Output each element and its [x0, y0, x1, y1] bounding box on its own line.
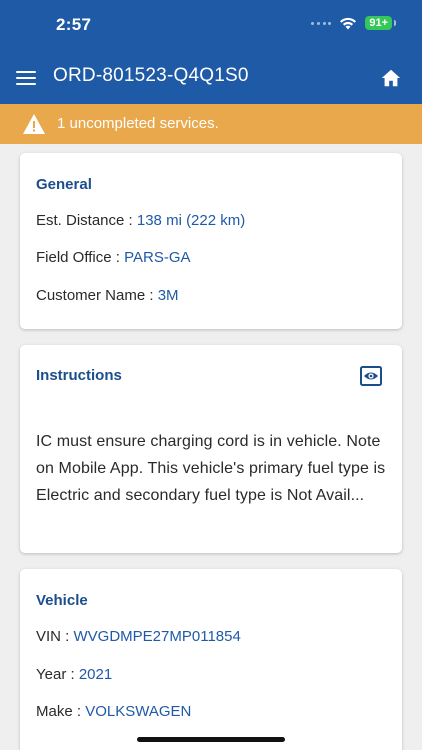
general-title: General — [36, 176, 92, 193]
warning-icon — [23, 114, 45, 134]
instructions-card: Instructions IC must ensure charging cor… — [20, 345, 402, 553]
vehicle-title: Vehicle — [36, 592, 88, 609]
year-field: Year : 2021 — [36, 666, 112, 683]
instructions-text: IC must ensure charging cord is in vehic… — [36, 433, 386, 504]
instructions-title: Instructions — [36, 367, 122, 384]
warning-banner: 1 uncompleted services. — [0, 104, 422, 144]
home-icon[interactable] — [380, 67, 402, 89]
wifi-icon — [340, 17, 357, 29]
signal-dots-icon — [311, 19, 332, 27]
battery-indicator: 91+ — [365, 16, 396, 30]
status-bar: 2:57 91+ — [0, 0, 422, 50]
make-value: VOLKSWAGEN — [85, 703, 192, 720]
nav-bar: ORD-801523-Q4Q1S0 — [0, 56, 422, 100]
distance-field: Est. Distance : 138 mi (222 km) — [36, 212, 245, 229]
distance-value: 138 mi (222 km) — [136, 212, 246, 229]
menu-icon[interactable] — [16, 71, 36, 85]
vin-label: VIN : — [36, 628, 74, 645]
app-header: 2:57 91+ ORD-801523-Q4Q1S0 — [0, 0, 422, 104]
general-card: General Est. Distance : 138 mi (222 km) … — [20, 153, 402, 329]
home-indicator — [137, 737, 285, 742]
field-office-field: Field Office : PARS-GA — [36, 249, 191, 266]
distance-label: Est. Distance : — [36, 212, 137, 229]
vin-field: VIN : WVGDMPE27MP011854 — [36, 628, 241, 645]
year-value: 2021 — [78, 666, 113, 683]
make-label: Make : — [36, 703, 86, 720]
customer-name-label: Customer Name : — [36, 287, 158, 304]
vin-value[interactable]: WVGDMPE27MP011854 — [74, 628, 241, 645]
field-office-value: PARS-GA — [124, 249, 191, 266]
page-title: ORD-801523-Q4Q1S0 — [53, 65, 249, 86]
eye-icon[interactable] — [360, 366, 382, 386]
year-label: Year : — [36, 666, 79, 683]
customer-name-field: Customer Name : 3M — [36, 287, 179, 304]
vehicle-card: Vehicle VIN : WVGDMPE27MP011854 Year : 2… — [20, 569, 402, 750]
make-field: Make : VOLKSWAGEN — [36, 703, 191, 720]
status-time: 2:57 — [56, 15, 92, 34]
field-office-label: Field Office : — [36, 249, 125, 266]
customer-name-value: 3M — [157, 287, 179, 304]
banner-text: 1 uncompleted services. — [57, 115, 219, 132]
status-icons: 91+ — [311, 16, 396, 30]
